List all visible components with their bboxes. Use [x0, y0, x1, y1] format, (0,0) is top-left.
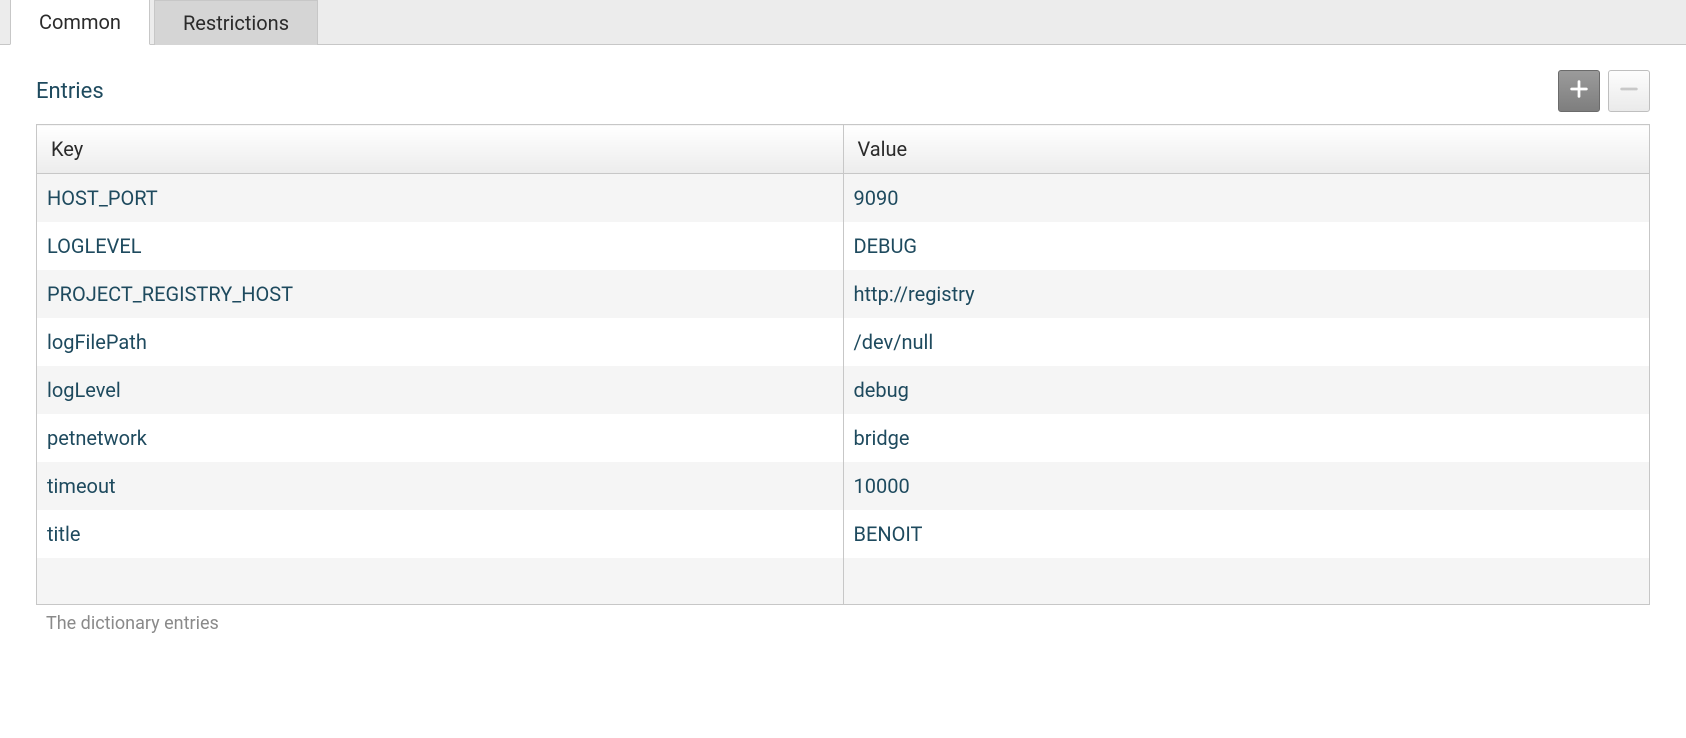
cell-value[interactable]: /dev/null [843, 318, 1650, 366]
tab-common[interactable]: Common [10, 0, 150, 45]
cell-empty [843, 558, 1650, 604]
add-entry-button[interactable] [1558, 70, 1600, 112]
remove-entry-button[interactable] [1608, 70, 1650, 112]
tab-bar: Common Restrictions [0, 0, 1686, 45]
cell-key[interactable]: title [37, 510, 844, 558]
table-row[interactable]: petnetworkbridge [37, 414, 1650, 462]
tab-restrictions-label: Restrictions [183, 11, 289, 35]
table-row[interactable]: PROJECT_REGISTRY_HOSThttp://registry [37, 270, 1650, 318]
table-header-row: Key Value [37, 125, 1650, 174]
cell-value[interactable]: DEBUG [843, 222, 1650, 270]
cell-empty [37, 558, 844, 604]
minus-icon [1618, 78, 1640, 105]
table-row[interactable]: logLeveldebug [37, 366, 1650, 414]
table-row-empty[interactable] [37, 558, 1650, 604]
section-header: Entries [36, 70, 1650, 112]
cell-key[interactable]: PROJECT_REGISTRY_HOST [37, 270, 844, 318]
page-root: Common Restrictions Entries [0, 0, 1686, 644]
cell-value[interactable]: 10000 [843, 462, 1650, 510]
cell-key[interactable]: LOGLEVEL [37, 222, 844, 270]
cell-value[interactable]: BENOIT [843, 510, 1650, 558]
table-row[interactable]: titleBENOIT [37, 510, 1650, 558]
section-title: Entries [36, 79, 104, 104]
section-buttons [1558, 70, 1650, 112]
cell-key[interactable]: logLevel [37, 366, 844, 414]
column-header-key[interactable]: Key [37, 125, 844, 174]
cell-value[interactable]: 9090 [843, 174, 1650, 223]
column-header-value[interactable]: Value [843, 125, 1650, 174]
tab-restrictions[interactable]: Restrictions [154, 0, 318, 45]
cell-key[interactable]: logFilePath [37, 318, 844, 366]
entries-table: Key Value HOST_PORT9090LOGLEVELDEBUGPROJ… [36, 124, 1650, 605]
cell-key[interactable]: petnetwork [37, 414, 844, 462]
cell-key[interactable]: HOST_PORT [37, 174, 844, 223]
cell-value[interactable]: bridge [843, 414, 1650, 462]
table-row[interactable]: HOST_PORT9090 [37, 174, 1650, 223]
table-row[interactable]: logFilePath/dev/null [37, 318, 1650, 366]
table-row[interactable]: LOGLEVELDEBUG [37, 222, 1650, 270]
cell-value[interactable]: http://registry [843, 270, 1650, 318]
cell-key[interactable]: timeout [37, 462, 844, 510]
table-row[interactable]: timeout10000 [37, 462, 1650, 510]
plus-icon [1568, 78, 1590, 105]
cell-value[interactable]: debug [843, 366, 1650, 414]
tab-common-label: Common [39, 10, 121, 34]
content-area: Entries Key Value [0, 45, 1686, 644]
section-caption: The dictionary entries [46, 613, 1650, 634]
